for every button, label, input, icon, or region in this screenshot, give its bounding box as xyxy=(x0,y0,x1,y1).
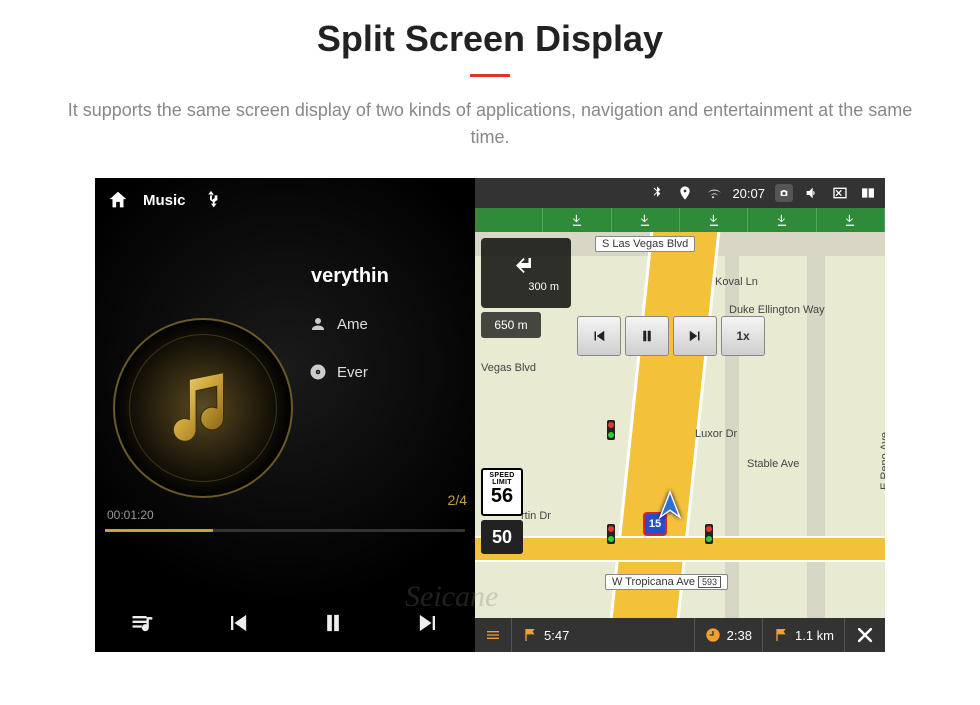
music-pane: Music verythin Ame Ever xyxy=(95,178,475,652)
download-icon xyxy=(707,213,721,227)
street-label-bottom: W Tropicana Ave 593 xyxy=(605,574,728,590)
turn-left-icon xyxy=(509,253,543,283)
title-underline xyxy=(470,74,510,77)
download-icon xyxy=(638,213,652,227)
street-koval: Koval Ln xyxy=(715,276,758,288)
turn-distance: 300 m xyxy=(528,281,559,293)
artist-row[interactable]: Ame xyxy=(309,300,475,348)
person-icon xyxy=(309,315,327,333)
page-description: It supports the same screen display of t… xyxy=(60,97,920,151)
nav-bottom-bar: 5:47 2:38 1.1 km xyxy=(475,618,885,652)
nav-lane-bar xyxy=(475,208,885,232)
street-luxor: Luxor Dr xyxy=(695,428,737,440)
flag-icon xyxy=(522,627,538,643)
album-disc xyxy=(95,222,305,594)
track-title-row: verythin xyxy=(309,252,475,300)
status-time: 20:07 xyxy=(732,186,765,201)
download-icon xyxy=(775,213,789,227)
traffic-light-icon xyxy=(607,420,615,440)
music-note-icon xyxy=(168,368,238,448)
menu-button[interactable] xyxy=(475,618,512,652)
sim-prev-button[interactable] xyxy=(577,316,621,356)
wifi-icon[interactable] xyxy=(704,184,722,202)
pause-button[interactable] xyxy=(315,605,351,641)
usb-icon[interactable] xyxy=(200,189,222,211)
street-martin: rtin Dr xyxy=(521,510,551,522)
music-controls xyxy=(95,594,475,652)
music-app-label: Music xyxy=(143,192,186,209)
street-duke: Duke Ellington Way xyxy=(729,304,825,316)
album-row[interactable]: Ever xyxy=(309,348,475,396)
sim-pause-button[interactable] xyxy=(625,316,669,356)
clock-icon xyxy=(705,627,721,643)
download-icon xyxy=(570,213,584,227)
music-topbar: Music xyxy=(95,178,475,222)
disc-icon xyxy=(309,363,327,381)
street-reno: E Reno Ave xyxy=(879,432,885,490)
sim-controls: 1x xyxy=(577,316,765,356)
street-stable: Stable Ave xyxy=(747,458,799,470)
navigation-pane: 20:07 15 S Las Vegas Blvd xyxy=(475,178,885,652)
playlist-button[interactable] xyxy=(125,605,161,641)
eta-cell[interactable]: 5:47 xyxy=(512,618,695,652)
street-label-top: S Las Vegas Blvd xyxy=(595,236,695,252)
prev-button[interactable] xyxy=(220,605,256,641)
sim-speed-button[interactable]: 1x xyxy=(721,316,765,356)
music-meta-list: verythin Ame Ever xyxy=(305,222,475,594)
arrival-cell[interactable]: 2:38 xyxy=(695,618,763,652)
flag-icon xyxy=(773,627,789,643)
sim-next-button[interactable] xyxy=(673,316,717,356)
home-icon[interactable] xyxy=(107,189,129,211)
street-vegas-blvd: Vegas Blvd xyxy=(481,362,536,374)
status-bar: 20:07 xyxy=(475,178,885,208)
progress-bar[interactable] xyxy=(105,529,465,532)
split-screen-device: Music verythin Ame Ever xyxy=(95,178,885,652)
close-button[interactable] xyxy=(845,625,885,645)
location-icon[interactable] xyxy=(676,184,694,202)
close-window-icon[interactable] xyxy=(831,184,849,202)
cross-road xyxy=(475,536,885,562)
page-title: Split Screen Display xyxy=(0,0,980,60)
volume-icon[interactable] xyxy=(803,184,821,202)
split-screen-icon[interactable] xyxy=(859,184,877,202)
vehicle-cursor-icon xyxy=(653,489,687,528)
bluetooth-icon[interactable] xyxy=(648,184,666,202)
current-speed: 50 xyxy=(481,520,523,554)
track-index: 2/4 xyxy=(448,492,467,508)
speed-limit-sign: SPEED LIMIT 56 xyxy=(481,468,523,516)
elapsed-time: 00:01:20 xyxy=(107,508,154,522)
next-turn-distance: 650 m xyxy=(481,312,541,338)
turn-instruction: 300 m xyxy=(481,238,571,308)
camera-icon[interactable] xyxy=(775,184,793,202)
traffic-light-icon xyxy=(705,524,713,544)
download-icon xyxy=(843,213,857,227)
distance-cell[interactable]: 1.1 km xyxy=(763,618,845,652)
next-button[interactable] xyxy=(410,605,446,641)
traffic-light-icon xyxy=(607,524,615,544)
